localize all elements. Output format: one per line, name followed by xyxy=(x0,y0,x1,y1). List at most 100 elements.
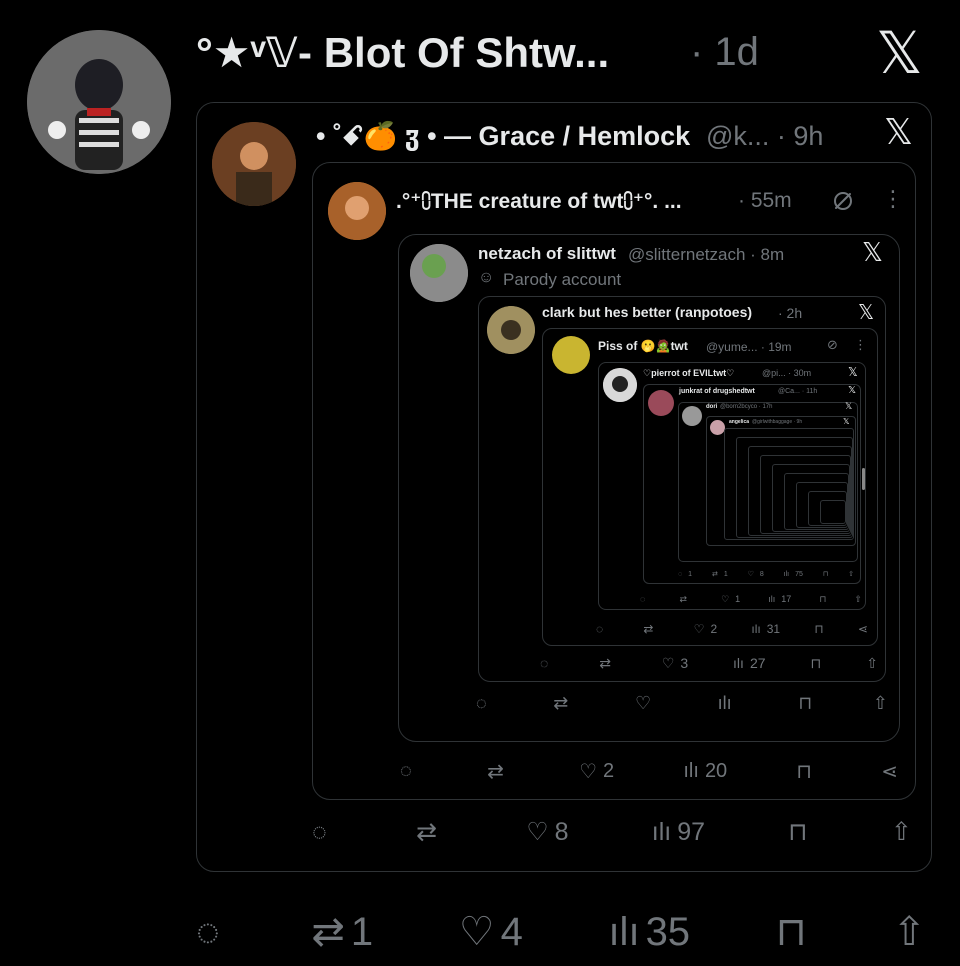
bookmark-button[interactable]: ⊓ xyxy=(796,759,812,784)
parody-mask-icon: ☺ xyxy=(478,269,495,286)
like-button[interactable]: ♡ 8 xyxy=(748,570,764,579)
views-button[interactable]: ılı 20 xyxy=(683,760,727,783)
pierrot-handle[interactable]: @pi... · 30m xyxy=(762,368,811,378)
share-button[interactable]: ⇧ xyxy=(891,817,912,847)
netzach-x-logo-icon[interactable]: 𝕏 xyxy=(862,240,883,266)
views-button[interactable]: ılı 17 xyxy=(768,594,791,604)
netzach-avatar[interactable] xyxy=(410,244,468,302)
grace-handle[interactable]: @k... · 9h xyxy=(706,121,823,152)
outer-timestamp[interactable]: · 1d xyxy=(690,30,759,75)
grace-avatar[interactable] xyxy=(212,122,296,206)
pierrot-x-logo-icon[interactable]: 𝕏 xyxy=(848,366,858,378)
scrollbar[interactable] xyxy=(862,468,865,490)
dori-x-logo-icon[interactable]: 𝕏 xyxy=(845,403,852,412)
creature-timestamp[interactable]: · 55m xyxy=(738,189,792,213)
like-button[interactable]: ♡ 1 xyxy=(721,594,740,605)
bookmark-button[interactable]: ⊓ xyxy=(810,655,821,672)
netzach-author-name[interactable]: netzach of slittwt xyxy=(478,244,616,264)
views-button[interactable]: ılı xyxy=(718,693,738,714)
views-count: 17 xyxy=(781,594,792,604)
like-button[interactable]: ♡ xyxy=(635,693,657,714)
grace-author-name[interactable]: • ˚ꗃ🍊 ჳ • — Grace / Hemlock xyxy=(316,120,690,153)
junkrat-x-logo-icon[interactable]: 𝕏 xyxy=(848,386,856,396)
like-button[interactable]: ♡ 2 xyxy=(694,622,717,636)
angelica-handle[interactable]: @girlwithbaggage · 9h xyxy=(752,419,802,425)
x-logo-icon[interactable]: 𝕏 xyxy=(876,24,923,82)
dori-author-name[interactable]: dori xyxy=(706,404,717,410)
reply-button[interactable]: ◌ xyxy=(596,622,609,636)
repost-button[interactable]: ⇄ xyxy=(416,817,443,847)
views-button[interactable]: ılı 97 xyxy=(652,818,705,847)
bookmark-button[interactable]: ⊓ xyxy=(798,693,812,714)
creature-avatar[interactable] xyxy=(328,182,386,240)
clark-timestamp[interactable]: · 2h xyxy=(778,305,802,321)
junkrat-avatar[interactable] xyxy=(648,390,674,416)
angelica-author-name[interactable]: angelica xyxy=(729,419,749,425)
junkrat-handle[interactable]: @Ca... · 11h xyxy=(778,388,817,395)
bookmark-button[interactable]: ⊓ xyxy=(814,622,823,636)
repost-button[interactable]: ⇄ xyxy=(679,594,693,605)
reply-button[interactable]: ◌ xyxy=(476,693,493,714)
dori-handle[interactable]: @born2bcyco · 17h xyxy=(720,404,772,410)
reply-button[interactable]: ◌ 1 xyxy=(678,571,692,578)
reply-button[interactable]: ◌ xyxy=(540,655,554,671)
share-button[interactable]: ⇧ xyxy=(866,655,878,672)
clark-x-logo-icon[interactable]: 𝕏 xyxy=(858,302,874,322)
views-button[interactable]: ılı 27 xyxy=(733,655,765,671)
bookmark-button[interactable]: ⊓ xyxy=(776,909,807,955)
clark-avatar[interactable] xyxy=(487,306,535,354)
bookmark-button[interactable]: ⊓ xyxy=(823,570,828,578)
angelica-x-logo-icon[interactable]: 𝕏 xyxy=(843,418,849,426)
share-button[interactable]: ⇧ xyxy=(854,594,862,605)
like-button[interactable]: ♡ 4 xyxy=(459,909,523,955)
dori-avatar[interactable] xyxy=(682,406,702,426)
views-count: 20 xyxy=(704,759,728,782)
share-button[interactable]: ⇧ xyxy=(848,570,854,578)
bookmark-button[interactable]: ⊓ xyxy=(819,594,826,605)
angelica-avatar[interactable] xyxy=(710,420,725,435)
nested-quote-frame xyxy=(820,500,846,524)
views-button[interactable]: ılı 31 xyxy=(751,622,780,636)
views-count: 31 xyxy=(766,622,781,636)
reply-button[interactable]: ◌ xyxy=(196,910,226,955)
netzach-handle[interactable]: @slitternetzach · 8m xyxy=(628,245,784,265)
views-count: 97 xyxy=(677,817,706,846)
hidden-reply-icon[interactable] xyxy=(832,190,854,212)
like-button[interactable]: ♡ 8 xyxy=(526,817,568,847)
parody-account-label: Parody account xyxy=(503,270,622,289)
repost-button[interactable]: ⇄ 1 xyxy=(311,909,373,955)
share-icon[interactable]: ⋖ xyxy=(858,622,868,636)
pierrot-action-bar: ◌ ⇄ ♡ 1 ılı 17 ⊓ ⇧ xyxy=(640,592,862,606)
like-button[interactable]: ♡ 3 xyxy=(662,655,688,672)
piss-handle[interactable]: @yume... · 19m xyxy=(706,340,792,354)
outer-avatar[interactable] xyxy=(27,30,171,174)
share-button[interactable]: ⇧ xyxy=(873,693,888,714)
repost-button[interactable]: ⇄ xyxy=(599,655,617,672)
junkrat-author-name[interactable]: junkrat of drugshedtwt xyxy=(679,388,755,395)
reply-button[interactable]: ◌ xyxy=(400,760,418,783)
like-button[interactable]: ♡ 2 xyxy=(579,759,614,784)
repost-button[interactable]: ⇄ xyxy=(487,759,510,784)
pierrot-avatar[interactable] xyxy=(603,368,637,402)
grace-x-logo-icon[interactable]: 𝕏 xyxy=(884,115,913,151)
reply-button[interactable]: ◌ xyxy=(312,818,333,847)
pierrot-author-name[interactable]: ♡pierrot of EVILtwt♡ xyxy=(643,368,734,379)
piss-more-options-icon[interactable]: ⋮ xyxy=(854,337,867,353)
clark-author-name[interactable]: clark but hes better (ranpotoes) xyxy=(542,304,752,320)
bookmark-button[interactable]: ⊓ xyxy=(788,817,808,847)
repost-button[interactable]: ⇄ 1 xyxy=(712,570,728,579)
views-button[interactable]: ılı 35 xyxy=(608,910,690,955)
repost-button[interactable]: ⇄ xyxy=(553,693,574,714)
clark-action-bar: ◌ ⇄ ♡ 3 ılı 27 ⊓ ⇧ xyxy=(540,654,878,672)
views-button[interactable]: ılı 75 xyxy=(784,571,803,578)
outer-author-name[interactable]: °★ᵛ𝕍- Blot Of Shtw... xyxy=(196,28,609,77)
repost-button[interactable]: ⇄ xyxy=(643,622,659,636)
piss-author-name[interactable]: Piss of 🫢🧟twt xyxy=(598,339,688,353)
piss-hidden-reply-icon[interactable]: ⊘ xyxy=(827,337,838,353)
share-button[interactable]: ⇧ xyxy=(892,909,926,955)
reply-button[interactable]: ◌ xyxy=(640,594,651,604)
share-icon[interactable]: ⋖ xyxy=(881,759,898,784)
more-options-icon[interactable]: ⋮ xyxy=(882,186,904,212)
piss-avatar[interactable] xyxy=(552,336,590,374)
creature-author-name[interactable]: .°⁺⩇THE creature of twt⩇⁺°. ... xyxy=(396,189,682,214)
